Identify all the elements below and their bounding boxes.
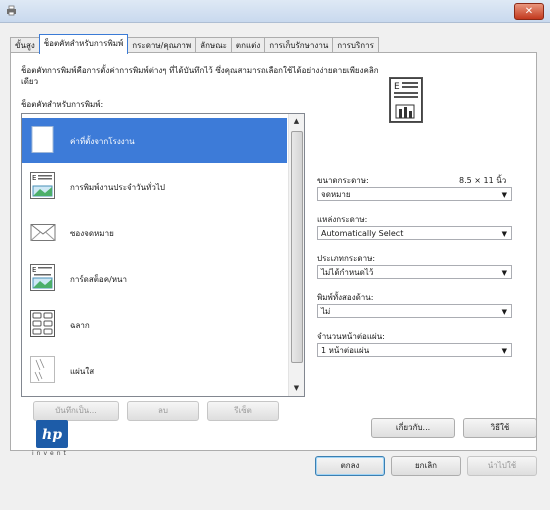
chevron-down-icon: ▼ — [501, 230, 507, 238]
panel-description: ช็อตคัทการพิมพ์คือการตั้งค่าการพิมพ์ต่าง… — [21, 66, 379, 86]
svg-text:E: E — [394, 82, 400, 92]
close-icon: ✕ — [524, 6, 534, 17]
tab-printing-shortcuts[interactable]: ช็อตคัทสำหรับการพิมพ์ — [38, 34, 129, 54]
pages-per-sheet-select[interactable]: 1 หน้าต่อแผ่น ▼ — [317, 343, 512, 357]
printer-icon — [7, 5, 16, 16]
transparency-icon — [30, 356, 55, 383]
apply-button[interactable]: นำไปใช้ — [467, 456, 537, 476]
paper-source-selected: Automatically Select — [321, 229, 404, 238]
close-button[interactable]: ✕ — [514, 3, 544, 20]
document-preview-icon: E — [389, 77, 423, 123]
list-item[interactable]: ฉลาก — [22, 302, 287, 347]
chevron-down-icon: ▼ — [501, 191, 507, 199]
shortcuts-label: ช็อตคัทสำหรับการพิมพ์: — [21, 100, 104, 109]
duplex-selected: ไม่ — [321, 307, 331, 316]
blank-page-icon — [31, 126, 54, 153]
help-button[interactable]: วิธีใช้ — [463, 418, 537, 438]
paper-size-select[interactable]: จดหมาย ▼ — [317, 187, 512, 201]
paper-size-label: ขนาดกระดาษ: — [317, 176, 369, 185]
paper-type-selected: ไม่ได้กำหนดไว้ — [321, 268, 374, 277]
scroll-thumb[interactable] — [291, 131, 303, 363]
pages-per-sheet-label: จำนวนหน้าต่อแผ่น: — [317, 332, 385, 341]
paper-source-select[interactable]: Automatically Select ▼ — [317, 226, 512, 240]
envelope-icon — [30, 224, 56, 241]
tab-strip: ขั้นสูง ช็อตคัทสำหรับการพิมพ์ กระดาษ/คุณ… — [10, 34, 379, 54]
reset-button[interactable]: รีเซ็ต — [207, 401, 279, 421]
paper-type-label: ประเภทกระดาษ: — [317, 254, 376, 263]
cancel-button[interactable]: ยกเลิก — [391, 456, 461, 476]
paper-type-select[interactable]: ไม่ได้กำหนดไว้ ▼ — [317, 265, 512, 279]
paper-size-selected: จดหมาย — [321, 190, 351, 199]
paper-size-value: 8.5 × 11 นิ้ว — [459, 176, 507, 185]
svg-text:hp: hp — [42, 427, 62, 443]
save-as-button[interactable]: บันทึกเป็น... — [33, 401, 119, 421]
card-stock-icon: E — [30, 264, 55, 291]
list-item-label: การ์ดสต็อค/หนา — [70, 275, 127, 284]
list-item[interactable]: ซองจดหมาย — [22, 210, 287, 255]
svg-text:E: E — [32, 174, 36, 182]
chevron-down-icon: ▼ — [501, 347, 507, 355]
title-bar: ✕ — [0, 0, 550, 23]
duplex-label: พิมพ์ทั้งสองด้าน: — [317, 293, 374, 302]
tab-panel: ช็อตคัทการพิมพ์คือการตั้งค่าการพิมพ์ต่าง… — [10, 52, 537, 451]
ok-button[interactable]: ตกลง — [315, 456, 385, 476]
list-item-label: การพิมพ์งานประจำวันทั่วไป — [70, 183, 165, 192]
delete-button[interactable]: ลบ — [127, 401, 199, 421]
pages-per-sheet-selected: 1 หน้าต่อแผ่น — [321, 346, 370, 355]
list-item-label: แผ่นใส — [70, 367, 95, 376]
hp-logo: hp — [36, 420, 68, 448]
scroll-down-icon[interactable]: ▼ — [289, 381, 304, 396]
list-item-label: ซองจดหมาย — [70, 229, 114, 238]
brand-tagline: invent — [32, 450, 69, 457]
document-with-image-icon: E — [30, 172, 55, 199]
list-item-label: ค่าที่ตั้งจากโรงงาน — [70, 137, 135, 146]
about-button[interactable]: เกี่ยวกับ... — [371, 418, 455, 438]
scroll-up-icon[interactable]: ▲ — [289, 114, 304, 129]
list-item[interactable]: E การพิมพ์งานประจำวันทั่วไป — [22, 164, 287, 209]
labels-grid-icon — [30, 310, 55, 337]
chevron-down-icon: ▼ — [501, 308, 507, 316]
list-scrollbar[interactable]: ▲ ▼ — [288, 114, 304, 396]
list-item[interactable]: แผ่นใส — [22, 348, 287, 393]
shortcuts-list[interactable]: ค่าที่ตั้งจากโรงงาน E การพิมพ์งานประจำวั… — [21, 113, 305, 397]
paper-source-label: แหล่งกระดาษ: — [317, 215, 368, 224]
list-item[interactable]: ค่าที่ตั้งจากโรงงาน — [22, 118, 287, 163]
list-item[interactable]: E การ์ดสต็อค/หนา — [22, 256, 287, 301]
list-item-label: ฉลาก — [70, 321, 90, 330]
svg-text:E: E — [32, 266, 36, 274]
chevron-down-icon: ▼ — [501, 269, 507, 277]
duplex-select[interactable]: ไม่ ▼ — [317, 304, 512, 318]
